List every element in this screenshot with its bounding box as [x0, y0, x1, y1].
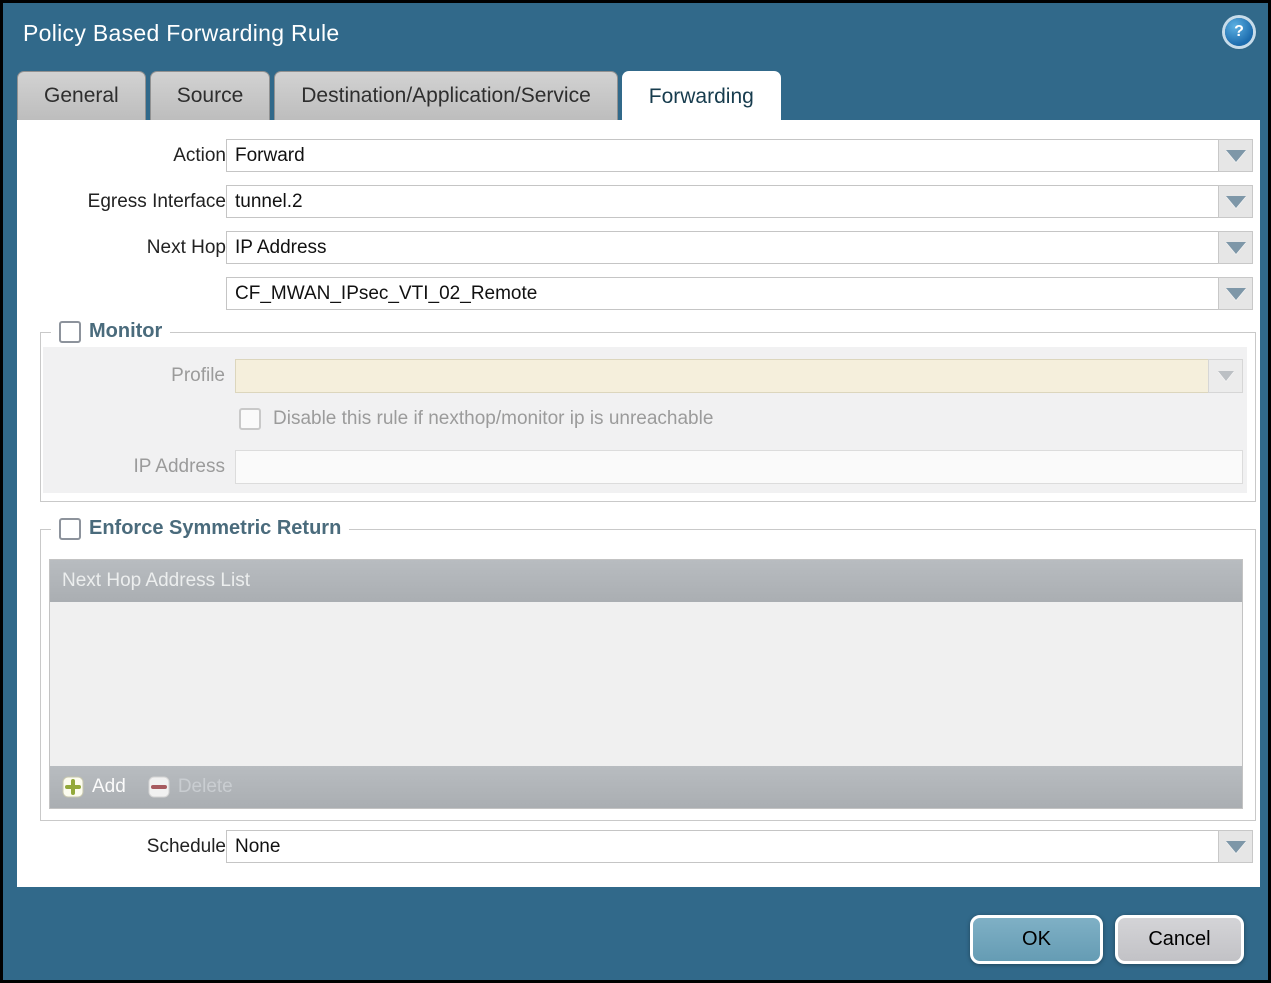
- policy-based-forwarding-dialog: Policy Based Forwarding Rule ? General S…: [0, 0, 1271, 983]
- egress-interface-label: Egress Interface: [36, 185, 226, 218]
- cancel-button[interactable]: Cancel: [1115, 915, 1244, 964]
- chevron-down-icon: [1226, 196, 1246, 208]
- chevron-down-icon: [1226, 242, 1246, 254]
- profile-dropdown-button: [1208, 359, 1243, 393]
- next-hop-address-dropdown-button[interactable]: [1218, 277, 1253, 310]
- disable-rule-row: Disable this rule if nexthop/monitor ip …: [239, 408, 713, 430]
- tab-source[interactable]: Source: [150, 71, 271, 120]
- tab-forwarding[interactable]: Forwarding: [622, 71, 781, 122]
- tab-destination-application-service[interactable]: Destination/Application/Service: [274, 71, 618, 120]
- egress-interface-dropdown-button[interactable]: [1218, 185, 1253, 218]
- ok-button[interactable]: OK: [970, 915, 1103, 964]
- schedule-dropdown-button[interactable]: [1218, 830, 1253, 863]
- chevron-down-icon: [1226, 150, 1246, 162]
- minus-icon: [148, 776, 170, 798]
- next-hop-address-list-body[interactable]: [50, 602, 1242, 766]
- action-dropdown-button[interactable]: [1218, 139, 1253, 172]
- monitor-disabled-panel: Profile Disable this rule if nexthop/mon…: [43, 347, 1247, 493]
- tab-bar: General Source Destination/Application/S…: [17, 71, 781, 121]
- chevron-down-icon: [1226, 841, 1246, 853]
- egress-interface-input[interactable]: tunnel.2: [226, 185, 1219, 218]
- next-hop-type-dropdown-button[interactable]: [1218, 231, 1253, 264]
- profile-input: [235, 359, 1209, 393]
- next-hop-label: Next Hop: [36, 231, 226, 264]
- profile-label: Profile: [45, 359, 225, 393]
- add-button[interactable]: Add: [62, 776, 126, 798]
- schedule-input[interactable]: None: [226, 830, 1219, 863]
- disable-rule-checkbox: [239, 408, 261, 430]
- symmetric-return-group: Enforce Symmetric Return Next Hop Addres…: [40, 529, 1256, 821]
- delete-button: Delete: [148, 776, 233, 798]
- add-button-label: Add: [92, 776, 126, 798]
- monitor-ip-address-input: [235, 450, 1243, 484]
- next-hop-address-input[interactable]: CF_MWAN_IPsec_VTI_02_Remote: [226, 277, 1219, 310]
- monitor-checkbox[interactable]: [59, 321, 81, 343]
- disable-rule-label: Disable this rule if nexthop/monitor ip …: [273, 408, 713, 430]
- chevron-down-icon: [1226, 288, 1246, 300]
- next-hop-address-list-toolbar: Add Delete: [50, 766, 1242, 808]
- plus-icon: [62, 776, 84, 798]
- delete-button-label: Delete: [178, 776, 233, 798]
- help-icon[interactable]: ?: [1225, 18, 1253, 46]
- symmetric-return-legend-label: Enforce Symmetric Return: [89, 517, 341, 540]
- schedule-label: Schedule: [36, 830, 226, 863]
- action-input[interactable]: Forward: [226, 139, 1219, 172]
- tab-general[interactable]: General: [17, 71, 146, 120]
- monitor-group: Monitor Profile Disable this rule if nex…: [40, 332, 1256, 502]
- next-hop-type-input[interactable]: IP Address: [226, 231, 1219, 264]
- forwarding-tab-panel: Action Forward Egress Interface tunnel.2…: [17, 120, 1260, 887]
- next-hop-address-table: Next Hop Address List Add: [49, 559, 1243, 809]
- action-label: Action: [36, 139, 226, 172]
- symmetric-return-legend: Enforce Symmetric Return: [51, 517, 349, 540]
- next-hop-address-list-header: Next Hop Address List: [50, 560, 1242, 602]
- chevron-down-icon: [1218, 371, 1234, 381]
- monitor-legend: Monitor: [51, 320, 170, 343]
- monitor-legend-label: Monitor: [89, 320, 162, 343]
- monitor-ip-address-label: IP Address: [45, 450, 225, 484]
- dialog-title: Policy Based Forwarding Rule: [23, 20, 340, 47]
- symmetric-return-checkbox[interactable]: [59, 518, 81, 540]
